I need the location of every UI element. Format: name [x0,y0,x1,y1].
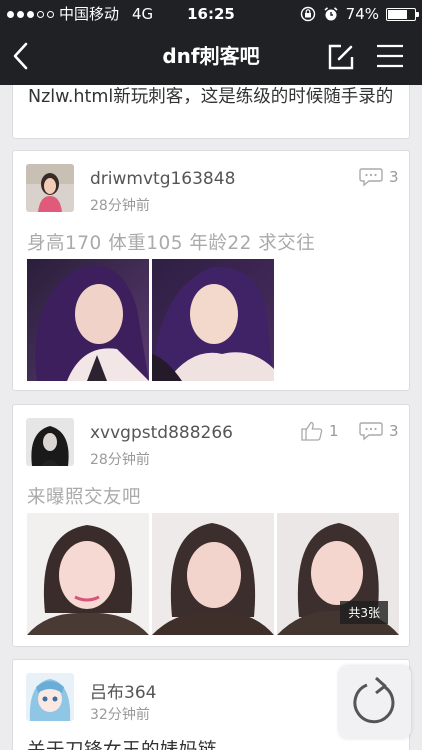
username[interactable]: driwmvtg163848 [90,169,235,189]
top-bar: 中国移动 4G 16:25 74% dnf刺客吧 [0,0,422,85]
comment-count[interactable]: 3 [359,167,399,187]
comment-icon [359,422,383,441]
post-title[interactable]: 来曝照交友吧 [27,483,141,509]
post-card[interactable]: Nzlw.html新玩刺客，这是练级的时候随手录的 [12,85,410,139]
navigation-bar: dnf刺客吧 [0,28,422,85]
avatar[interactable] [26,164,74,212]
status-bar: 中国移动 4G 16:25 74% [0,0,422,28]
refresh-button[interactable] [339,666,411,738]
refresh-icon [353,676,395,724]
battery-icon [386,7,419,21]
page-title: dnf刺客吧 [162,44,260,68]
thumbs-up-icon [301,421,323,441]
comment-count-value: 3 [389,168,399,186]
menu-icon[interactable] [376,44,404,68]
post-time: 32分钟前 [90,707,150,723]
post-title[interactable]: 关于刀锋女王的婊妈链 [27,736,217,750]
like-count-value: 1 [329,422,339,440]
like-count[interactable]: 1 [301,421,339,441]
post-time: 28分钟前 [90,198,150,214]
comment-count[interactable]: 3 [359,421,399,441]
rotation-lock-icon [300,6,315,22]
username[interactable]: xvvgpstd888266 [90,423,233,443]
avatar[interactable] [26,673,74,721]
post-photo[interactable]: 共3张 [277,513,399,635]
post-photo[interactable] [152,259,274,381]
avatar[interactable] [26,418,74,466]
comment-icon [359,168,383,187]
post-time: 28分钟前 [90,452,150,468]
post-text: Nzlw.html新玩刺客，这是练级的时候随手录的 [28,87,394,107]
post-card[interactable]: driwmvtg163848 28分钟前 3 身高170 体重105 年龄22 … [12,150,410,391]
username[interactable]: 吕布364 [90,678,156,703]
post-title[interactable]: 身高170 体重105 年龄22 求交往 [27,229,315,255]
photo-count-badge: 共3张 [340,601,388,624]
post-photo[interactable] [152,513,274,635]
compose-icon[interactable] [327,43,355,71]
post-photo[interactable] [27,513,149,635]
comment-count-value: 3 [389,422,399,440]
battery-percent: 74% [345,5,379,23]
post-card[interactable]: xvvgpstd888266 28分钟前 1 3 来曝照交友吧 共3张 [12,404,410,647]
post-photo[interactable] [27,259,149,381]
alarm-icon [324,7,338,21]
